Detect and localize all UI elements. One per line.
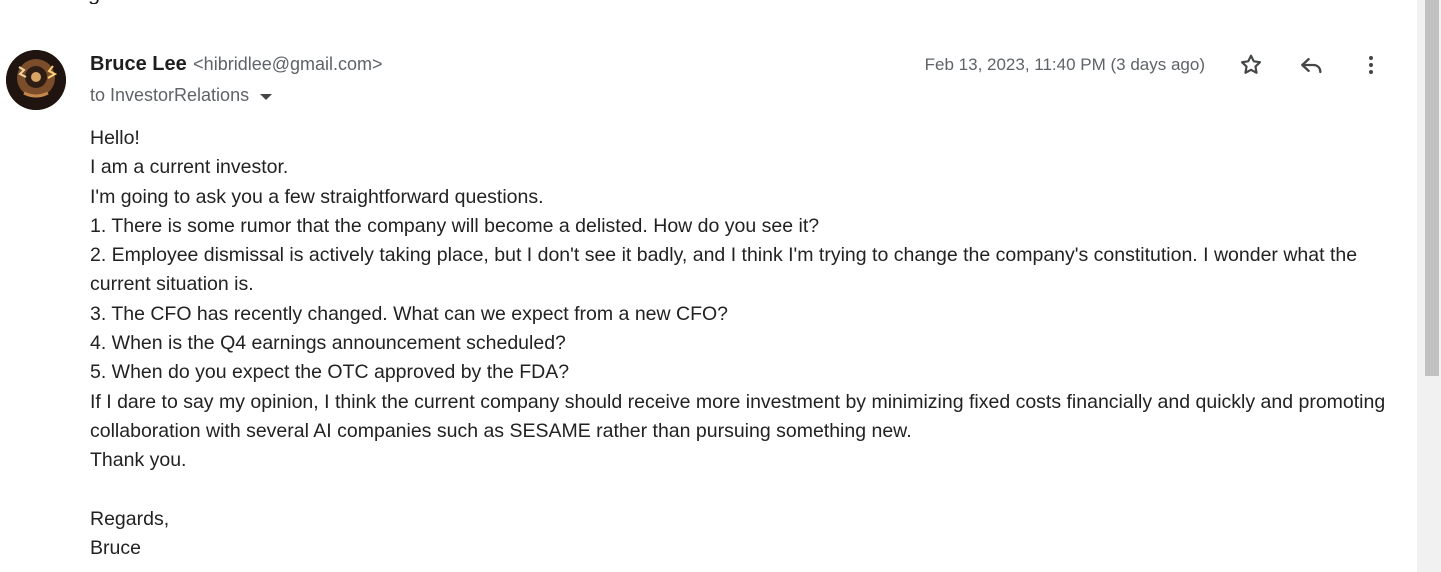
body-line: I'm going to ask you a few straightforwa… xyxy=(90,185,544,208)
body-line: 2. Employee dismissal is actively taking… xyxy=(90,244,1358,296)
email-timestamp: Feb 13, 2023, 11:40 PM (3 days ago) xyxy=(924,55,1205,74)
signature-closing: Regards, xyxy=(90,507,170,530)
signature-name: Bruce xyxy=(90,537,141,560)
body-line: 3. The CFO has recently changed. What ca… xyxy=(90,302,729,325)
sender-avatar[interactable] xyxy=(6,50,66,110)
recipient-details: to InvestorRelations xyxy=(90,85,273,106)
more-vert-icon xyxy=(1359,53,1383,77)
email-body: Hello! I am a current investor. I'm goin… xyxy=(90,124,1400,563)
body-line: If I dare to say my opinion, I think the… xyxy=(90,390,1386,442)
body-line: Thank you. xyxy=(90,449,187,472)
more-options-button[interactable] xyxy=(1356,50,1386,80)
body-line: 1. There is some rumor that the company … xyxy=(90,214,820,237)
sender-line: Bruce Lee <hibridlee@gmail.com> xyxy=(90,53,383,76)
reply-icon xyxy=(1297,51,1325,79)
vertical-scrollbar[interactable] xyxy=(1417,0,1441,572)
recipient-label: to InvestorRelations xyxy=(90,85,250,105)
sender-name[interactable]: Bruce Lee xyxy=(90,53,187,75)
chevron-down-icon[interactable] xyxy=(260,93,273,100)
body-line: 5. When do you expect the OTC approved b… xyxy=(90,361,570,384)
sender-email[interactable]: <hibridlee@gmail.com> xyxy=(193,54,382,74)
star-icon xyxy=(1238,52,1264,78)
body-line: Hello! xyxy=(90,127,140,149)
scrollbar-thumb[interactable] xyxy=(1425,0,1439,376)
email-view: g Bruce Lee <hibridlee@gmail.com> to Inv… xyxy=(0,0,1441,572)
body-line: 4. When is the Q4 earnings announcement … xyxy=(90,332,566,355)
star-button[interactable] xyxy=(1236,50,1266,80)
email-subject: g xyxy=(88,0,100,4)
reply-button[interactable] xyxy=(1296,50,1326,80)
body-line: I am a current investor. xyxy=(90,156,289,179)
